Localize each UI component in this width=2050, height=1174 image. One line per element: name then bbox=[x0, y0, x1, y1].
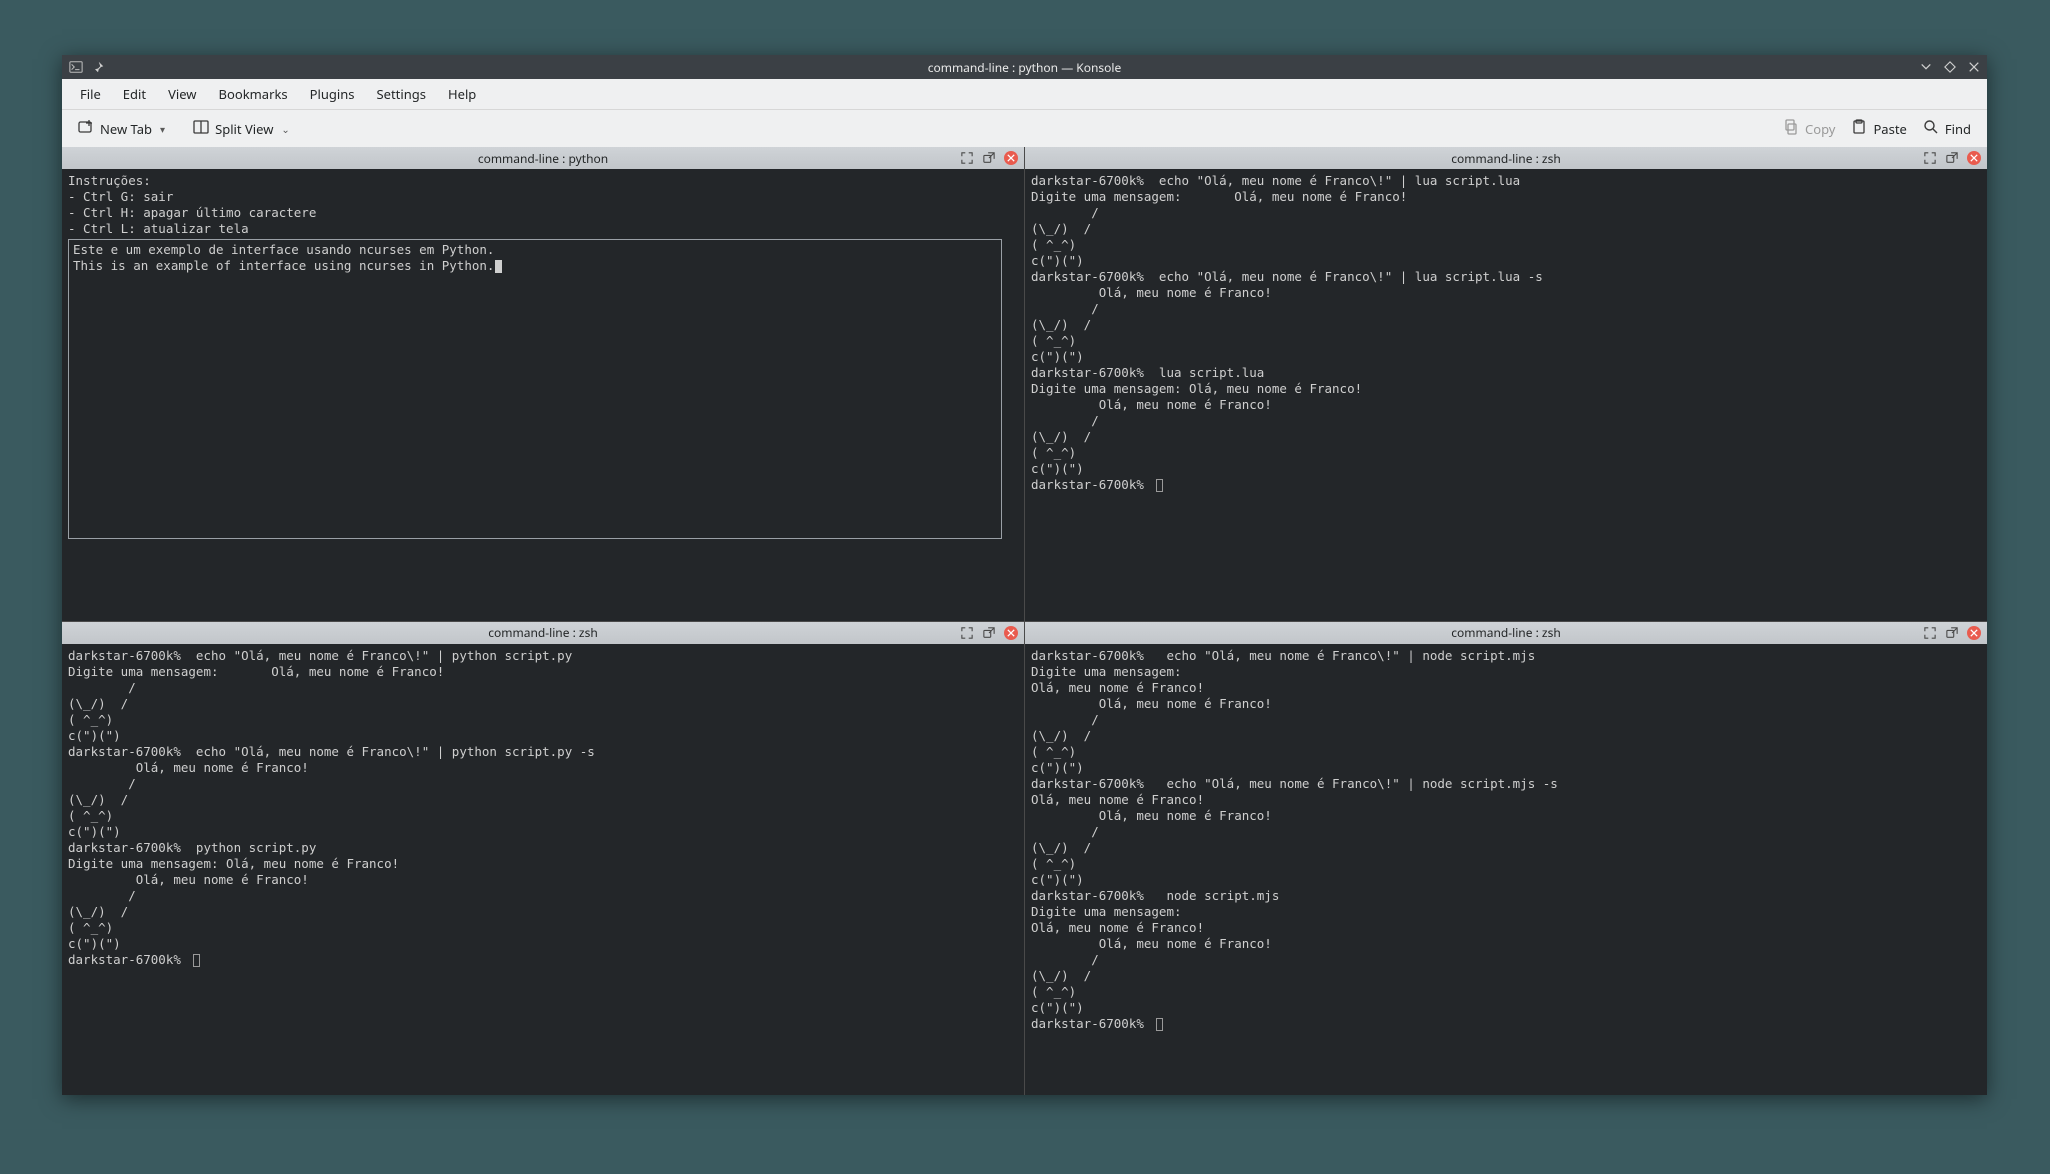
ncurses-box: Este e um exemplo de interface usando nc… bbox=[68, 239, 1002, 539]
split-view-label: Split View bbox=[215, 120, 273, 138]
close-button[interactable] bbox=[1967, 60, 1981, 74]
menu-file[interactable]: File bbox=[70, 81, 111, 107]
terminal-pane: command-line : zsh darkstar-6700k% echo … bbox=[62, 622, 1024, 1096]
menu-plugins[interactable]: Plugins bbox=[300, 81, 365, 107]
pane-header[interactable]: command-line : zsh bbox=[1025, 622, 1987, 644]
terminal-pane: command-line : python Instruções: - Ctrl… bbox=[62, 147, 1024, 621]
maximize-pane-icon[interactable] bbox=[960, 626, 974, 640]
pane-header[interactable]: command-line : zsh bbox=[62, 622, 1024, 644]
terminal[interactable]: darkstar-6700k% echo "Olá, meu nome é Fr… bbox=[1025, 169, 1987, 621]
menu-edit[interactable]: Edit bbox=[113, 81, 156, 107]
cursor bbox=[1156, 1018, 1163, 1031]
window-title: command-line : python — Konsole bbox=[62, 59, 1987, 76]
menu-help[interactable]: Help bbox=[438, 81, 486, 107]
pin-icon[interactable] bbox=[90, 59, 106, 75]
pane-title: command-line : zsh bbox=[62, 624, 1024, 641]
close-pane-icon[interactable] bbox=[1967, 626, 1981, 640]
find-button[interactable]: Find bbox=[1915, 115, 1979, 143]
maximize-button[interactable] bbox=[1943, 60, 1957, 74]
terminal-text: Instruções: - Ctrl G: sair - Ctrl H: apa… bbox=[68, 173, 1018, 237]
new-tab-label: New Tab bbox=[100, 120, 152, 138]
terminal-text: Este e um exemplo de interface usando nc… bbox=[73, 242, 494, 273]
terminal-text: darkstar-6700k% echo "Olá, meu nome é Fr… bbox=[68, 648, 595, 967]
pane-title: command-line : zsh bbox=[1025, 150, 1987, 167]
app-icon bbox=[68, 59, 84, 75]
maximize-pane-icon[interactable] bbox=[960, 151, 974, 165]
close-pane-icon[interactable] bbox=[1004, 626, 1018, 640]
paste-label: Paste bbox=[1873, 120, 1906, 138]
menubar: File Edit View Bookmarks Plugins Setting… bbox=[62, 79, 1987, 109]
cursor bbox=[193, 954, 200, 967]
new-tab-icon bbox=[78, 119, 94, 139]
minimize-button[interactable] bbox=[1919, 60, 1933, 74]
paste-icon bbox=[1851, 119, 1867, 139]
maximize-pane-icon[interactable] bbox=[1923, 626, 1937, 640]
toolbar: New Tab ▾ Split View ⌄ Copy Paste bbox=[62, 109, 1987, 147]
copy-label: Copy bbox=[1805, 120, 1835, 138]
menu-settings[interactable]: Settings bbox=[367, 81, 436, 107]
terminal-text: darkstar-6700k% echo "Olá, meu nome é Fr… bbox=[1031, 173, 1543, 492]
detach-pane-icon[interactable] bbox=[982, 626, 996, 640]
cursor bbox=[1156, 479, 1163, 492]
new-tab-button[interactable]: New Tab ▾ bbox=[70, 115, 173, 143]
pane-header[interactable]: command-line : zsh bbox=[1025, 147, 1987, 169]
app-window: command-line : python — Konsole File Edi… bbox=[62, 55, 1987, 1095]
splits-area: command-line : python Instruções: - Ctrl… bbox=[62, 147, 1987, 1095]
terminal-pane: command-line : zsh darkstar-6700k% echo … bbox=[1025, 147, 1987, 621]
terminal-pane: command-line : zsh darkstar-6700k% echo … bbox=[1025, 622, 1987, 1096]
find-label: Find bbox=[1945, 120, 1971, 138]
pane-title: command-line : python bbox=[62, 150, 1024, 167]
titlebar: command-line : python — Konsole bbox=[62, 55, 1987, 79]
detach-pane-icon[interactable] bbox=[1945, 626, 1959, 640]
paste-button[interactable]: Paste bbox=[1843, 115, 1914, 143]
terminal[interactable]: Instruções: - Ctrl G: sair - Ctrl H: apa… bbox=[62, 169, 1024, 621]
close-pane-icon[interactable] bbox=[1004, 151, 1018, 165]
search-icon bbox=[1923, 119, 1939, 139]
chevron-down-icon: ⌄ bbox=[281, 122, 289, 136]
terminal[interactable]: darkstar-6700k% echo "Olá, meu nome é Fr… bbox=[62, 644, 1024, 1096]
menu-bookmarks[interactable]: Bookmarks bbox=[209, 81, 298, 107]
close-pane-icon[interactable] bbox=[1967, 151, 1981, 165]
detach-pane-icon[interactable] bbox=[982, 151, 996, 165]
copy-icon bbox=[1783, 119, 1799, 139]
terminal[interactable]: darkstar-6700k% echo "Olá, meu nome é Fr… bbox=[1025, 644, 1987, 1096]
detach-pane-icon[interactable] bbox=[1945, 151, 1959, 165]
cursor bbox=[495, 260, 502, 273]
pane-header[interactable]: command-line : python bbox=[62, 147, 1024, 169]
copy-button[interactable]: Copy bbox=[1775, 115, 1843, 143]
split-view-icon bbox=[193, 119, 209, 139]
menu-view[interactable]: View bbox=[158, 81, 206, 107]
maximize-pane-icon[interactable] bbox=[1923, 151, 1937, 165]
split-view-button[interactable]: Split View ⌄ bbox=[185, 115, 298, 143]
terminal-text: darkstar-6700k% echo "Olá, meu nome é Fr… bbox=[1031, 648, 1558, 1031]
chevron-down-icon: ▾ bbox=[160, 122, 165, 136]
pane-title: command-line : zsh bbox=[1025, 624, 1987, 641]
